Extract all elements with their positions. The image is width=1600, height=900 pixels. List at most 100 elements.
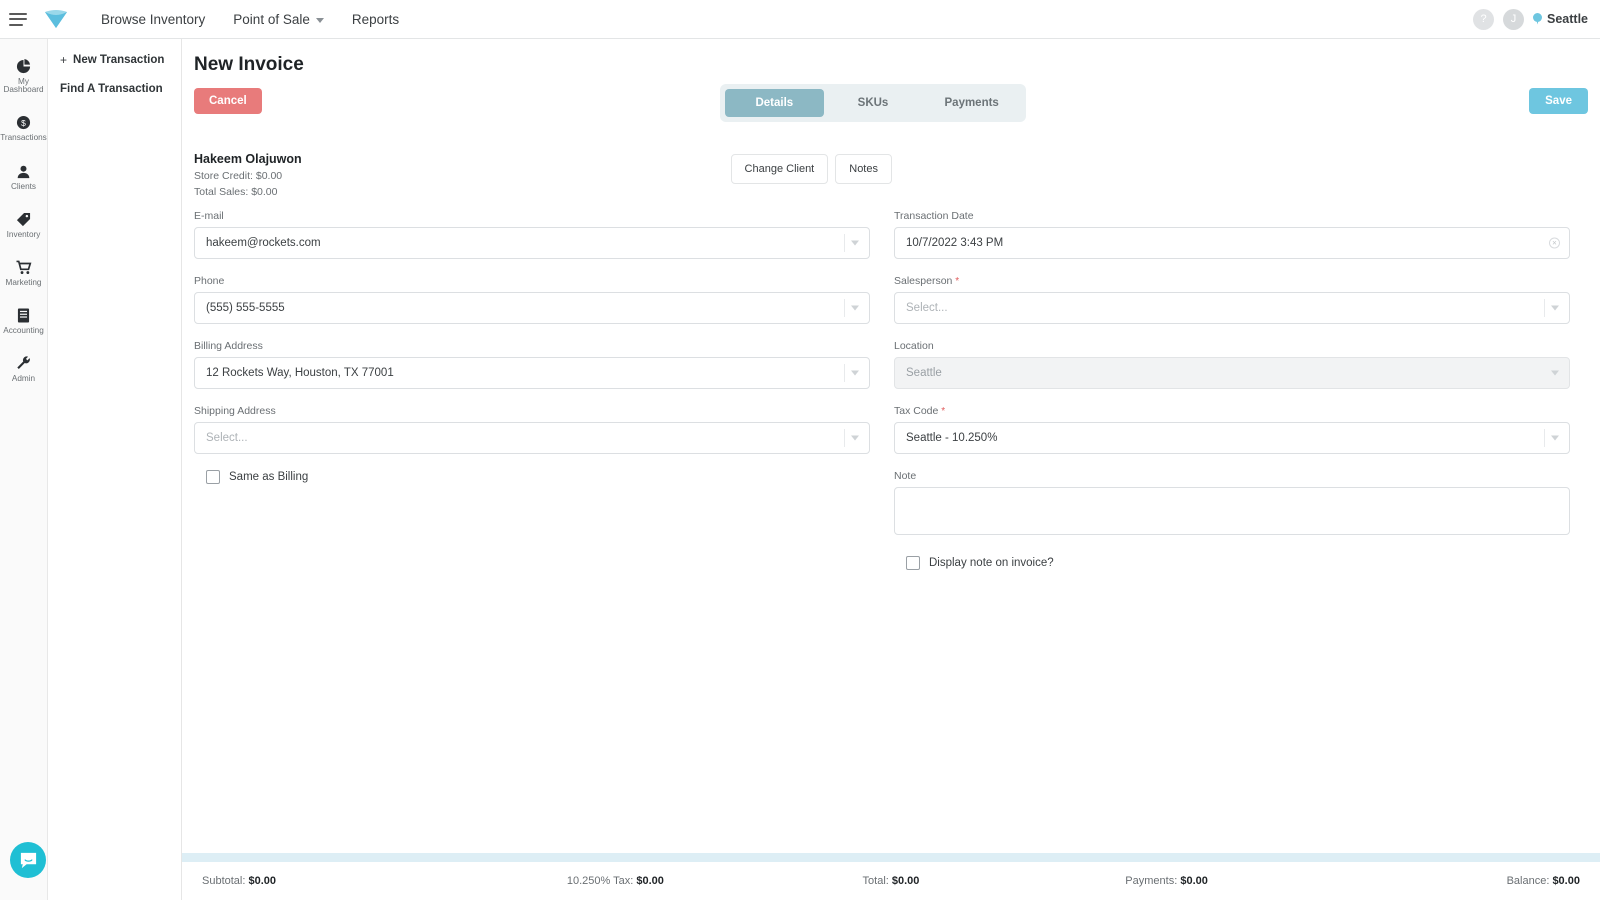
cancel-button[interactable]: Cancel <box>194 88 262 114</box>
top-nav-browse-inventory[interactable]: Browse Inventory <box>87 0 219 39</box>
billing-address-value: 12 Rockets Way, Houston, TX 77001 <box>206 367 394 379</box>
client-store-credit: Store Credit: $0.00 <box>194 170 283 182</box>
chevron-down-icon[interactable] <box>851 435 859 441</box>
sidebar-item-my-dashboard[interactable]: My Dashboard <box>0 47 47 103</box>
top-nav-reports[interactable]: Reports <box>338 0 413 39</box>
top-bar: Browse Inventory Point of Sale Reports ?… <box>0 0 1600 39</box>
footer-subtotal-value: $0.00 <box>248 875 277 887</box>
footer-total-value: $0.00 <box>891 875 920 887</box>
shipping-address-select[interactable]: Select... <box>194 422 870 454</box>
client-actions: Change Client Notes <box>730 154 892 184</box>
sidebar-item-inventory[interactable]: Inventory <box>0 200 47 248</box>
subnav-item-new-transaction[interactable]: + New Transaction <box>48 45 181 75</box>
ledger-book-icon <box>17 306 30 323</box>
tab-skus[interactable]: SKUs <box>824 89 923 117</box>
sidebar-item-marketing[interactable]: Marketing <box>0 248 47 296</box>
sidebar-item-clients[interactable]: Clients <box>0 152 47 200</box>
notes-button[interactable]: Notes <box>835 154 892 184</box>
right-column: Transaction Date 10/7/2022 3:43 PM × Sal… <box>894 210 1570 570</box>
footer-accent-bar <box>182 853 1600 862</box>
subnav-item-label: Find A Transaction <box>60 83 163 95</box>
tax-code-label: Tax Code * <box>894 405 1570 417</box>
client-summary: Hakeem Olajuwon Store Credit: $0.00 Tota… <box>194 152 1600 206</box>
footer-tax-value: $0.00 <box>636 875 664 887</box>
shopping-cart-icon <box>16 258 32 275</box>
avatar[interactable]: J <box>1503 8 1524 30</box>
sidebar-item-transactions[interactable]: $ Transactions <box>0 103 47 151</box>
sidebar-item-label: Marketing <box>5 278 42 288</box>
note-textarea[interactable] <box>894 487 1570 535</box>
footer-total: Total: $0.00 <box>753 875 1029 887</box>
billing-address-label: Billing Address <box>194 340 263 352</box>
subnav-item-find-a-transaction[interactable]: Find A Transaction <box>48 75 181 103</box>
main-content: New Invoice Cancel Details SKUs Payments… <box>182 39 1600 900</box>
shipping-address-placeholder: Select... <box>206 432 248 444</box>
sidebar-item-label: Accounting <box>3 326 44 336</box>
tab-details[interactable]: Details <box>725 89 824 117</box>
transaction-date-input[interactable]: 10/7/2022 3:43 PM × <box>894 227 1570 259</box>
billing-address-input[interactable]: 12 Rockets Way, Houston, TX 77001 <box>194 357 870 389</box>
location-label: Seattle <box>1547 12 1588 26</box>
gem-logo-icon[interactable] <box>41 4 71 34</box>
salesperson-select[interactable]: Select... <box>894 292 1570 324</box>
same-as-billing-label: Same as Billing <box>229 471 309 483</box>
phone-input[interactable]: (555) 555-5555 <box>194 292 870 324</box>
chevron-down-icon <box>315 17 324 23</box>
transaction-date-field-group: Transaction Date 10/7/2022 3:43 PM × <box>894 210 1570 259</box>
required-marker: * <box>941 406 946 417</box>
save-button[interactable]: Save <box>1529 88 1588 114</box>
shipping-address-field-group: Shipping Address Select... <box>194 405 870 454</box>
action-row: Cancel Details SKUs Payments Save <box>182 84 1600 140</box>
top-nav-label: Point of Sale <box>233 11 310 27</box>
tab-payments[interactable]: Payments <box>922 89 1021 117</box>
divider <box>844 234 845 252</box>
sidebar-item-label: Admin <box>11 374 36 384</box>
sidebar-item-accounting[interactable]: Accounting <box>0 296 47 344</box>
svg-text:$: $ <box>21 118 26 128</box>
location-selector[interactable]: Seattle <box>1533 12 1588 26</box>
same-as-billing-checkbox[interactable] <box>206 470 220 484</box>
footer-subtotal-label: Subtotal: <box>202 875 246 887</box>
top-nav-point-of-sale[interactable]: Point of Sale <box>219 0 338 39</box>
location-value: Seattle <box>906 367 942 379</box>
note-label: Note <box>894 470 917 482</box>
change-client-button[interactable]: Change Client <box>730 154 829 184</box>
divider <box>1544 299 1545 317</box>
hamburger-icon[interactable] <box>9 12 27 26</box>
divider <box>844 429 845 447</box>
footer-tax-label: 10.250% Tax: <box>566 875 634 887</box>
chevron-down-icon[interactable] <box>851 240 859 246</box>
clear-circle-icon[interactable]: × <box>1549 237 1560 249</box>
sidebar-item-label: Clients <box>10 181 37 191</box>
top-nav-label: Reports <box>351 11 400 27</box>
display-note-checkbox[interactable] <box>906 556 920 570</box>
footer-payments-label: Payments: <box>1125 875 1178 887</box>
phone-value: (555) 555-5555 <box>206 302 285 314</box>
tax-code-select[interactable]: Seattle - 10.250% <box>894 422 1570 454</box>
location-label: Location <box>894 340 934 352</box>
chevron-down-icon[interactable] <box>851 370 859 376</box>
tab-bar: Details SKUs Payments <box>720 84 1026 122</box>
pie-chart-icon <box>16 57 31 74</box>
email-label: E-mail <box>194 210 224 222</box>
top-nav-label: Browse Inventory <box>101 11 206 27</box>
email-field-group: E-mail hakeem@rockets.com <box>194 210 870 259</box>
sidebar-item-label: Transactions <box>0 133 47 143</box>
sidebar-item-admin[interactable]: Admin <box>0 344 47 392</box>
note-field-group: Note <box>894 470 1570 540</box>
tax-code-value: Seattle - 10.250% <box>906 432 998 444</box>
transaction-date-label: Transaction Date <box>894 210 974 222</box>
chat-bubble-icon[interactable] <box>10 842 46 878</box>
chevron-down-icon[interactable] <box>1551 305 1559 311</box>
sidebar-item-label: Inventory <box>6 229 41 239</box>
person-icon <box>16 162 31 179</box>
help-icon[interactable]: ? <box>1473 8 1494 30</box>
chevron-down-icon[interactable] <box>1551 435 1559 441</box>
footer-balance-value: $0.00 <box>1552 875 1580 887</box>
form-columns: E-mail hakeem@rockets.com Phone (555) 55… <box>182 210 1600 570</box>
client-name: Hakeem Olajuwon <box>194 152 302 166</box>
plus-icon: + <box>60 53 68 67</box>
chevron-down-icon[interactable] <box>851 305 859 311</box>
location-pin-icon <box>1533 12 1542 26</box>
email-input[interactable]: hakeem@rockets.com <box>194 227 870 259</box>
